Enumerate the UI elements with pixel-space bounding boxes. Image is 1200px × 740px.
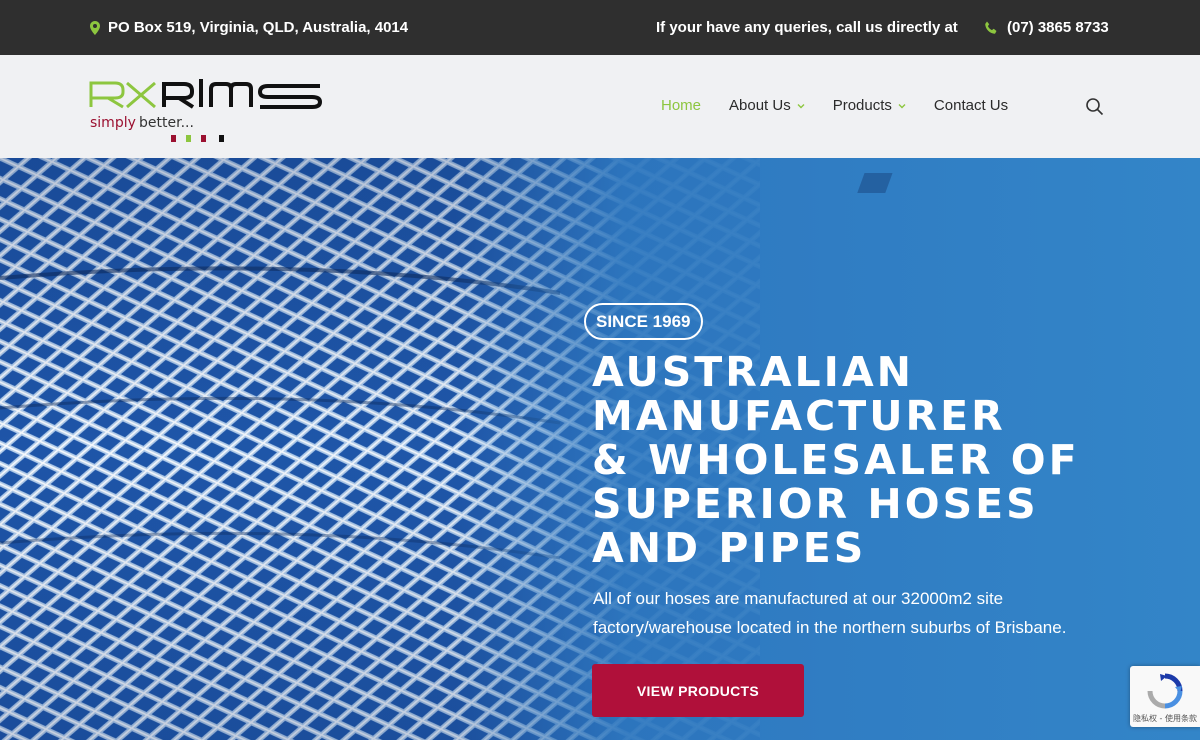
chevron-down-icon — [898, 103, 906, 109]
address-text: PO Box 519, Virginia, QLD, Australia, 40… — [108, 19, 409, 36]
phone-number[interactable]: (07) 3865 8733 — [1007, 19, 1109, 36]
map-marker-icon — [90, 20, 100, 35]
view-products-button[interactable]: VIEW PRODUCTS — [592, 664, 804, 717]
nav-label-about-us[interactable]: About Us — [729, 97, 791, 114]
phone-block[interactable]: (07) 3865 8733 — [984, 19, 1109, 36]
nav-item-products[interactable]: Products — [833, 97, 906, 114]
address-block: PO Box 519, Virginia, QLD, Australia, 40… — [90, 19, 408, 36]
search-icon[interactable] — [1085, 97, 1105, 117]
recaptcha-icon — [1147, 673, 1183, 709]
nav-item-contact-us[interactable]: Contact Us — [934, 97, 1008, 114]
logo-tagline-simply: simply — [90, 115, 136, 131]
logo-graphic: simply better... — [89, 79, 323, 142]
hero-banner: SINCE 1969 AUSTRALIAN MANUFACTURER & WHO… — [0, 158, 1200, 740]
recaptcha-badge[interactable]: 隐私权 - 使用条款 — [1130, 666, 1200, 727]
headline-line-2: MANUFACTURER — [592, 392, 1006, 440]
logo-tagline-better: better... — [139, 115, 194, 131]
chevron-down-icon — [797, 103, 805, 109]
hero-description: All of our hoses are manufactured at our… — [593, 589, 1067, 637]
rxrims-logo[interactable]: simply better... — [88, 71, 328, 146]
headline-line-1: AUSTRALIAN — [592, 348, 914, 396]
site-header: simply better... Home About Us Products … — [0, 55, 1200, 158]
recaptcha-links[interactable]: 隐私权 - 使用条款 — [1130, 713, 1200, 724]
nav-item-about-us[interactable]: About Us — [729, 97, 805, 114]
main-nav: Home About Us Products Contact Us — [661, 97, 1036, 114]
hero-headline: AUSTRALIAN MANUFACTURER & WHOLESALER OF … — [592, 350, 1192, 570]
nav-label-products[interactable]: Products — [833, 97, 892, 114]
since-badge: SINCE 1969 — [584, 303, 703, 340]
top-info-bar: PO Box 519, Virginia, QLD, Australia, 40… — [0, 0, 1200, 55]
headline-line-4: SUPERIOR HOSES — [592, 480, 1039, 528]
nav-item-home[interactable]: Home — [661, 97, 701, 114]
query-text: If your have any queries, call us direct… — [656, 19, 958, 36]
headline-line-5: AND PIPES — [592, 524, 867, 572]
headline-line-3: & WHOLESALER OF — [592, 436, 1080, 484]
nav-label-contact-us[interactable]: Contact Us — [934, 97, 1008, 114]
nav-label-home[interactable]: Home — [661, 97, 701, 114]
phone-icon — [984, 21, 998, 35]
